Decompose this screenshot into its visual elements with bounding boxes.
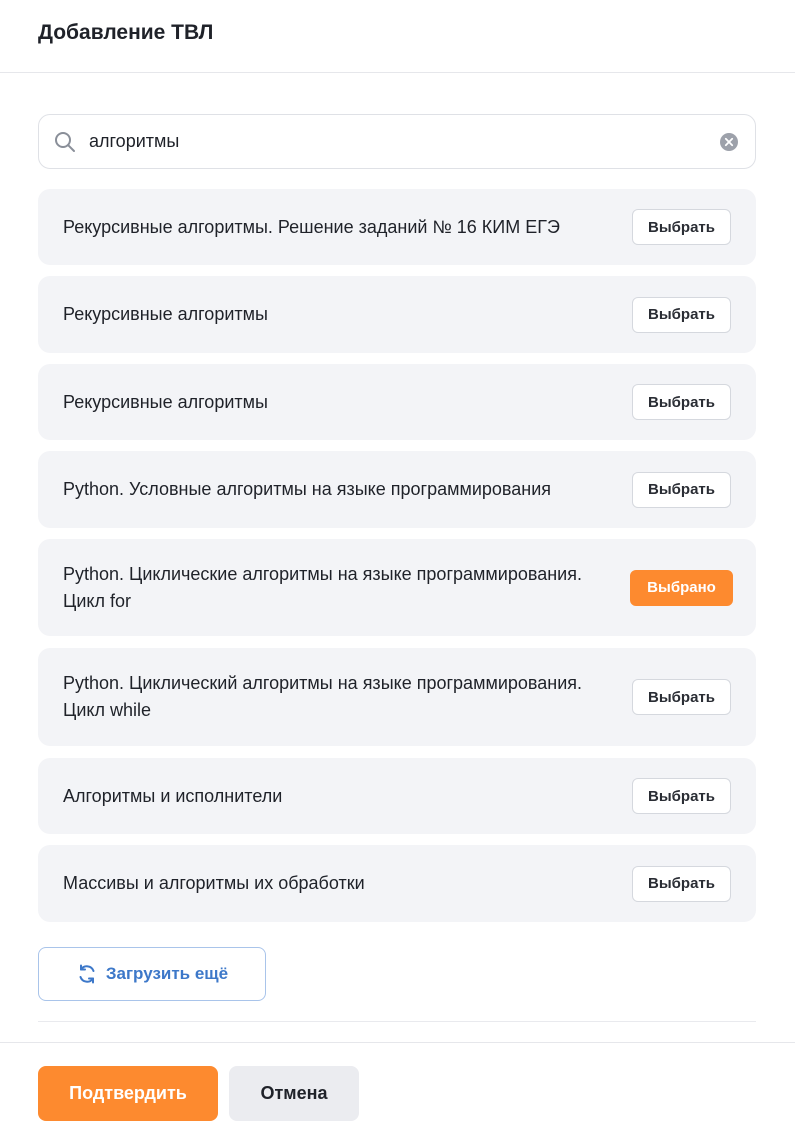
search-icon (53, 130, 77, 154)
search-box[interactable] (38, 114, 756, 169)
select-button[interactable]: Выбрать (632, 778, 731, 814)
select-button[interactable]: Выбрать (632, 209, 731, 245)
select-button[interactable]: Выбрать (632, 296, 731, 333)
list-item: Рекурсивные алгоритмы Выбрать (38, 364, 756, 440)
result-title: Python. Условные алгоритмы на языке прог… (63, 479, 552, 499)
list-item: Python. Циклический алгоритмы на языке п… (38, 648, 756, 746)
cancel-button[interactable]: Отмена (229, 1066, 359, 1121)
load-more-button[interactable]: Загрузить ещё (38, 947, 266, 1001)
result-title: Алгоритмы и исполнители (63, 785, 283, 806)
load-more-label: Загрузить ещё (105, 964, 229, 983)
select-button[interactable]: Выбрать (632, 679, 731, 715)
list-item: Python. Условные алгоритмы на языке прог… (38, 451, 756, 528)
result-title: Python. Циклические алгоритмы на языке п… (63, 563, 582, 611)
modal-title: Добавление ТВЛ (38, 21, 214, 44)
list-item: Массивы и алгоритмы их обработки Выбрать (38, 845, 756, 922)
confirm-button[interactable]: Подтвердить (38, 1066, 218, 1121)
result-title: Python. Циклический алгоритмы на языке п… (63, 673, 583, 720)
select-button[interactable]: Выбрать (632, 471, 731, 508)
clear-icon[interactable] (719, 132, 739, 152)
list-item: Рекурсивные алгоритмы. Решение заданий №… (38, 189, 756, 265)
result-title: Массивы и алгоритмы их обработки (63, 873, 365, 893)
modal-header: Добавление ТВЛ (0, 0, 795, 73)
result-title: Рекурсивные алгоритмы (63, 304, 268, 324)
select-button[interactable]: Выбрать (632, 384, 731, 420)
list-item: Алгоритмы и исполнители Выбрать (38, 758, 756, 834)
refresh-icon (76, 963, 98, 985)
search-input[interactable] (89, 126, 719, 157)
result-title: Рекурсивные алгоритмы (63, 391, 268, 412)
selected-button[interactable]: Выбрано (630, 569, 733, 606)
list-item: Рекурсивные алгоритмы Выбрать (38, 276, 756, 353)
result-title: Рекурсивные алгоритмы. Решение заданий №… (63, 216, 560, 237)
footer-divider (0, 1042, 795, 1043)
select-button[interactable]: Выбрать (632, 865, 731, 902)
divider (38, 1021, 756, 1022)
modal-footer: Подтвердить Отмена (38, 1066, 359, 1121)
add-tvl-modal: Добавление ТВЛ Рекурсивные алгоритмы. Ре… (0, 0, 795, 1138)
list-item: Python. Циклические алгоритмы на языке п… (38, 539, 756, 636)
